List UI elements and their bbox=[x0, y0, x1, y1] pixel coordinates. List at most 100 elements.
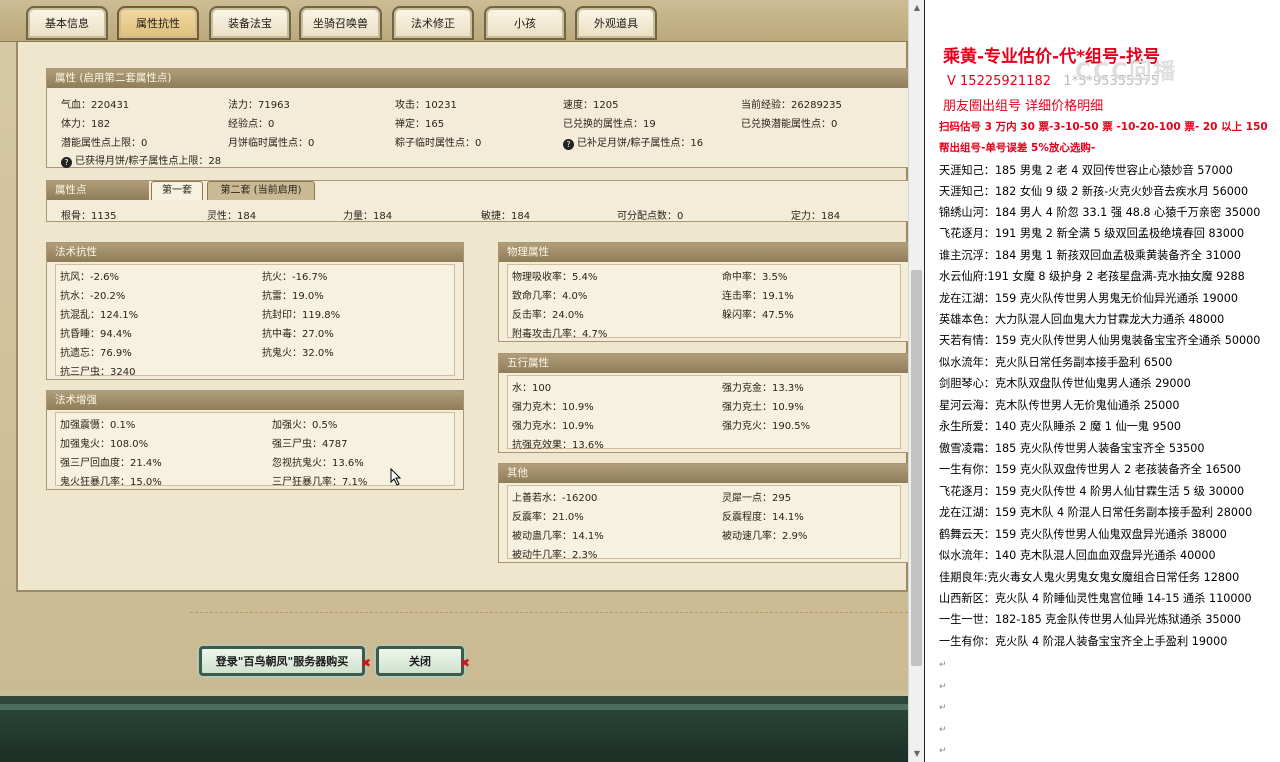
list-item: 龙在江湖：159 克木队 4 阶混人日常任务副本接手盈利 28000 bbox=[939, 506, 1253, 519]
resist-wind: 抗风：-2.6% bbox=[60, 272, 120, 283]
attr-filled-points: ? 已补足月饼/粽子属性点：16 bbox=[563, 134, 703, 150]
tab-spell-mods[interactable]: 法术修正 bbox=[392, 6, 474, 40]
list-item: 星河云海：克木队传世男人无价鬼仙通杀 25000 bbox=[939, 399, 1180, 412]
list-item: 佳期良年:克火毒女人鬼火男鬼女鬼女魔组合日常任务 12800 bbox=[939, 571, 1240, 584]
list-item: 天若有情：159 克火队传世男人仙男鬼装备宝宝齐全通杀 50000 bbox=[939, 334, 1261, 347]
list-item: 一生有你：克火队 4 阶混人装备宝宝齐全上手盈利 19000 bbox=[939, 635, 1228, 648]
points-subtab-first[interactable]: 第一套 bbox=[151, 181, 203, 200]
list-item: 剑胆琴心：克木队双盘队传世仙鬼男人通杀 29000 bbox=[939, 377, 1191, 390]
attr-cap-footer: ? 已获得月饼/粽子属性点上限：28 bbox=[61, 152, 221, 168]
elem-vs-fire: 强力克火：190.5% bbox=[722, 421, 811, 432]
resist-poison: 抗中毒：27.0% bbox=[262, 329, 334, 340]
phys-absorb: 物理吸收率：5.4% bbox=[512, 272, 598, 283]
points-willpower: 定力：184 bbox=[791, 211, 841, 222]
resist-seal: 抗封印：119.8% bbox=[262, 310, 341, 321]
phys-dodge: 躲闪率：47.5% bbox=[722, 310, 794, 321]
paragraph-mark-icon: ↵ bbox=[939, 703, 947, 713]
boost-shock: 加强震慑：0.1% bbox=[60, 420, 136, 431]
game-window: 基本信息 属性抗性 装备法宝 坐骑召唤兽 法术修正 小孩 外观道具 属性 (启用… bbox=[0, 0, 910, 762]
list-item: 锦绣山河：184 男人 4 阶忽 33.1 强 48.8 心猿千万亲密 3500… bbox=[939, 206, 1261, 219]
attribute-header: 属性 (启用第二套属性点) bbox=[47, 69, 909, 88]
other-body: 上善若水：-16200 灵犀一点：295 反震率：21.0% 反震程度：14.1… bbox=[507, 485, 901, 561]
spell-boost-header: 法术增强 bbox=[47, 391, 463, 410]
attr-exchanged-points: 已兑换的属性点：19 bbox=[563, 119, 656, 130]
list-item: 水云仙府:191 女魔 8 级护身 2 老孩星盘满-克水抽女魔 9288 bbox=[939, 270, 1245, 283]
points-header: 属性点 bbox=[47, 181, 149, 200]
boost-corpse-worm: 强三尸虫：4787 bbox=[272, 439, 348, 450]
elements-section: 五行属性 水：100 强力克金：13.3% 强力克木：10.9% 强力克土：10… bbox=[498, 353, 910, 453]
other-passive-ox: 被动牛几率：2.3% bbox=[512, 550, 598, 561]
resist-corpse-worm: 抗三尸虫：3240 bbox=[60, 367, 136, 378]
tab-attributes[interactable]: 属性抗性 bbox=[117, 6, 199, 40]
points-section: 属性点 第一套 第二套 (当前启用) 根骨：1135 灵性：184 力量：184… bbox=[46, 180, 910, 222]
list-item: 飞花逐月：159 克火队传世 4 阶男人仙甘霖生活 5 级 30000 bbox=[939, 485, 1245, 498]
phys-counter: 反击率：24.0% bbox=[512, 310, 584, 321]
list-item: 英雄本色：大力队混人回血鬼大力甘霖龙大力通杀 48000 bbox=[939, 313, 1225, 326]
list-item: 永生所爱：140 克火队睡杀 2 魔 1 仙一鬼 9500 bbox=[939, 420, 1182, 433]
scroll-down-arrow-icon[interactable]: ▼ bbox=[909, 746, 925, 762]
tab-bar: 基本信息 属性抗性 装备法宝 坐骑召唤兽 法术修正 小孩 外观道具 bbox=[0, 0, 908, 42]
attr-exp-points: 经验点：0 bbox=[228, 119, 275, 130]
elem-vs-earth: 强力克土：10.9% bbox=[722, 402, 804, 413]
doc-moments: 朋友圈出组号 详细价格明细 bbox=[943, 99, 1104, 114]
elements-header: 五行属性 bbox=[499, 354, 909, 373]
elem-vs-water: 强力克水：10.9% bbox=[512, 421, 594, 432]
login-purchase-button[interactable]: 登录"百鸟朝凤"服务器购买 ✖ bbox=[199, 646, 371, 676]
tab-basic-info[interactable]: 基本信息 bbox=[26, 6, 108, 40]
resist-sleep: 抗昏睡：94.4% bbox=[60, 329, 132, 340]
list-item: 谁主沉浮：184 男鬼 1 新孩双回血孟极乘黄装备齐全 31000 bbox=[939, 249, 1242, 262]
watermark-logo: CCC回播 bbox=[1075, 60, 1178, 85]
attr-exp: 当前经验：26289235 bbox=[741, 100, 842, 111]
paragraph-mark-icon: ↵ bbox=[939, 660, 947, 670]
spell-resist-header: 法术抗性 bbox=[47, 243, 463, 262]
other-reflect-rate: 反震率：21.0% bbox=[512, 512, 584, 523]
tab-mounts-pets[interactable]: 坐骑召唤兽 bbox=[299, 6, 382, 40]
document-pane: 乘黄-专业估价-代*组号-找号 V 15225921182 1*5*953553… bbox=[925, 0, 1280, 762]
attr-attack: 攻击：10231 bbox=[395, 100, 457, 111]
phys-poison-attack: 附毒攻击几率：4.7% bbox=[512, 329, 608, 340]
list-item: 天涯知己：185 男鬼 2 老 4 双回传世容止心猿妙音 57000 bbox=[939, 164, 1233, 177]
list-item: 天涯知己：182 女仙 9 级 2 新孩-火克火妙音去疾水月 56000 bbox=[939, 185, 1249, 198]
close-button[interactable]: 关闭 ✖ bbox=[376, 646, 470, 676]
points-subtab-second[interactable]: 第二套 (当前启用) bbox=[207, 181, 315, 200]
vertical-scrollbar[interactable]: ▲ ▼ bbox=[908, 0, 924, 762]
points-strength: 力量：184 bbox=[343, 211, 393, 222]
help-icon[interactable]: ? bbox=[563, 139, 574, 150]
points-agility: 敏捷：184 bbox=[481, 211, 531, 222]
resist-water: 抗水：-20.2% bbox=[60, 291, 126, 302]
elements-body: 水：100 强力克金：13.3% 强力克木：10.9% 强力克土：10.9% 强… bbox=[507, 375, 901, 451]
physical-section: 物理属性 物理吸收率：5.4% 命中率：3.5% 致命几率：4.0% 连击率：1… bbox=[498, 242, 910, 342]
boost-ghostfire-crit: 鬼火狂暴几率：15.0% bbox=[60, 477, 162, 488]
attr-zen: 禅定：165 bbox=[395, 119, 445, 130]
help-icon[interactable]: ? bbox=[61, 157, 72, 168]
tab-appearance[interactable]: 外观道具 bbox=[575, 6, 657, 40]
elem-vs-wood: 强力克木：10.9% bbox=[512, 402, 594, 413]
scroll-up-arrow-icon[interactable]: ▲ bbox=[909, 0, 925, 16]
attr-zongzi-temp: 粽子临时属性点：0 bbox=[395, 138, 482, 149]
attr-stamina: 体力：182 bbox=[61, 119, 111, 130]
points-spirit: 灵性：184 bbox=[207, 211, 257, 222]
paragraph-mark-icon: ↵ bbox=[939, 682, 947, 692]
physical-body: 物理吸收率：5.4% 命中率：3.5% 致命几率：4.0% 连击率：19.1% … bbox=[507, 264, 901, 340]
other-water: 上善若水：-16200 bbox=[512, 493, 598, 504]
attr-speed: 速度：1205 bbox=[563, 100, 619, 111]
attr-exchanged-potential: 已兑换潜能属性点：0 bbox=[741, 119, 838, 130]
other-passive-gu: 被动蛊几率：14.1% bbox=[512, 531, 604, 542]
list-item: 似水流年：克火队日常任务副本接手盈利 6500 bbox=[939, 356, 1173, 369]
other-reflect-degree: 反震程度：14.1% bbox=[722, 512, 804, 523]
list-item: 似水流年：140 克木队混人回血血双盘异光通杀 40000 bbox=[939, 549, 1216, 562]
resist-ghostfire: 抗鬼火：32.0% bbox=[262, 348, 334, 359]
close-x-icon: ✖ bbox=[459, 656, 470, 670]
other-passive-speed: 被动速几率：2.9% bbox=[722, 531, 808, 542]
scroll-thumb[interactable] bbox=[911, 270, 922, 666]
list-item: 飞花逐月：191 男鬼 2 新全满 5 级双回孟极绝境春回 83000 bbox=[939, 227, 1245, 240]
tab-child[interactable]: 小孩 bbox=[484, 6, 566, 40]
close-x-icon: ✖ bbox=[360, 656, 371, 670]
tab-equipment[interactable]: 装备法宝 bbox=[209, 6, 291, 40]
attr-mp: 法力：71963 bbox=[228, 100, 290, 111]
other-header: 其他 bbox=[499, 464, 909, 483]
physical-header: 物理属性 bbox=[499, 243, 909, 262]
list-item: 一生有你：159 克火队双盘传世男人 2 老孩装备齐全 16500 bbox=[939, 463, 1242, 476]
list-item: 龙在江湖：159 克火队传世男人男鬼无价仙异光通杀 19000 bbox=[939, 292, 1238, 305]
bottom-border bbox=[0, 690, 908, 762]
